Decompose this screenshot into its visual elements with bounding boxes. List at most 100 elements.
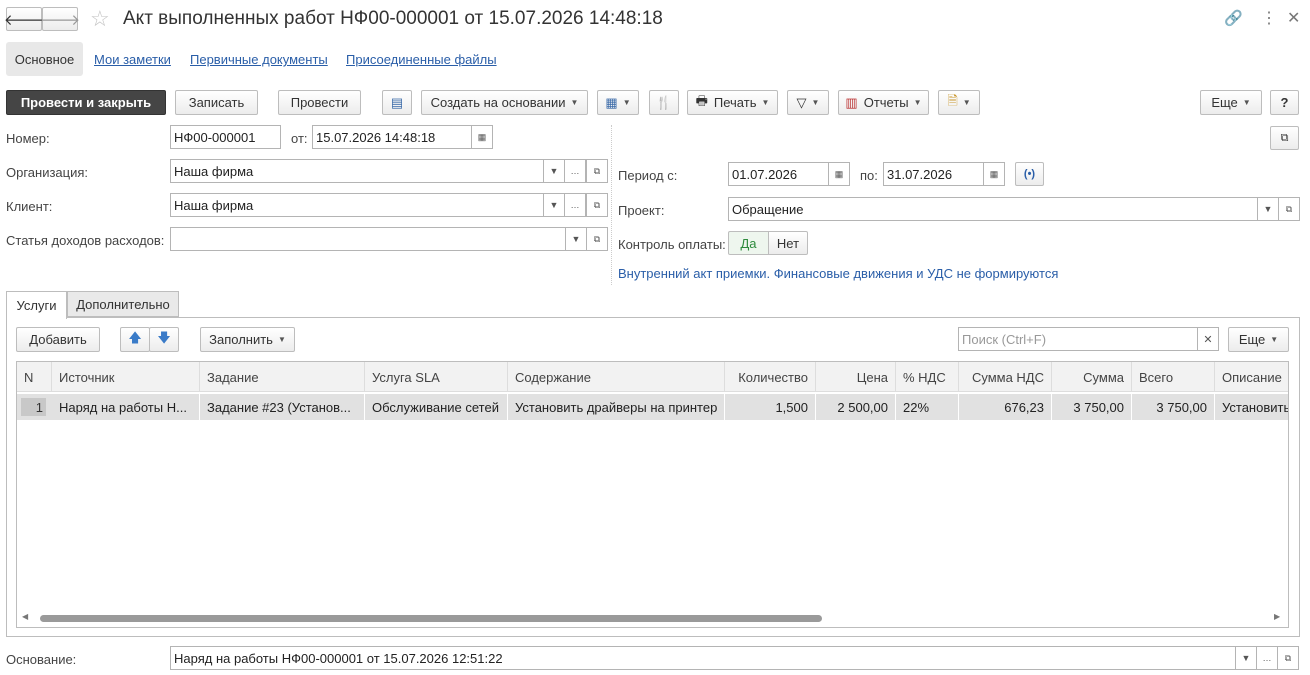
more-button[interactable]: Еще ▼ [1200,90,1262,115]
search-input[interactable]: Поиск (Ctrl+F) [958,327,1198,351]
client-field[interactable]: Наша фирма [170,193,544,217]
help-button[interactable]: ? [1270,90,1299,115]
client-dropdown-icon[interactable]: ▼ [543,193,565,217]
scroll-left-icon[interactable]: ◀ [22,612,28,621]
col-sum[interactable]: Сумма [1052,362,1132,392]
date-field[interactable]: 15.07.2026 14:48:18 [312,125,472,149]
number-field[interactable]: НФ00-000001 [170,125,281,149]
period-select-button[interactable]: (•) [1015,162,1044,186]
table-more-button[interactable]: Еще ▼ [1228,327,1289,352]
payment-no-toggle[interactable]: Нет [768,231,808,255]
project-field[interactable]: Обращение [728,197,1258,221]
cell-task[interactable]: Задание #23 (Установ... [200,394,365,420]
period-from-field[interactable]: 01.07.2026 [728,162,829,186]
move-down-icon[interactable]: 🡇 [149,327,179,352]
col-price[interactable]: Цена [816,362,896,392]
tab-services[interactable]: Услуги [6,291,67,319]
cell-sum[interactable]: 3 750,00 [1052,394,1132,420]
move-up-icon[interactable]: 🡅 [120,327,150,352]
settings-tools-icon[interactable]: 🍴 [649,90,679,115]
link-icon[interactable]: 🔗 [1224,9,1243,27]
printer-icon: 🖶 [695,92,708,108]
cell-quantity[interactable]: 1,500 [725,394,816,420]
window-title: Акт выполненных работ НФ00-000001 от 15.… [123,8,663,29]
col-total[interactable]: Всего [1132,362,1215,392]
col-vat-rate[interactable]: % НДС [896,362,959,392]
col-source[interactable]: Источник [52,362,200,392]
cell-vat-sum[interactable]: 676,23 [959,394,1052,420]
article-open-icon[interactable]: ⧉ [586,227,608,251]
save-button[interactable]: Записать [175,90,258,115]
expand-form-icon[interactable]: ⧉ [1270,126,1299,150]
period-from-calendar-icon[interactable]: ▦ [828,162,850,186]
report-icon: ▥ [845,94,858,110]
back-button[interactable]: 🡐 [4,7,44,31]
col-content[interactable]: Содержание [508,362,725,392]
filter-icon[interactable]: ▽ ▼ [787,90,829,115]
favorite-star-icon[interactable]: ☆ [90,6,110,32]
cell-content[interactable]: Установить драйверы на принтер [508,394,725,420]
tab-additional[interactable]: Дополнительно [67,291,179,317]
cell-sla[interactable]: Обслуживание сетей [365,394,508,420]
col-quantity[interactable]: Количество [725,362,816,392]
attachment-icon[interactable]: 🗎 ▼ [938,90,980,115]
scroll-right-icon[interactable]: ▶ [1274,612,1280,621]
cell-description[interactable]: Установить [1215,394,1288,420]
project-dropdown-icon[interactable]: ▼ [1257,197,1279,221]
table-row-number[interactable]: 1 [21,398,46,416]
organization-open-icon[interactable]: ⧉ [586,159,608,183]
info-message: Внутренний акт приемки. Финансовые движе… [618,266,1059,281]
tab-main[interactable]: Основное [6,42,83,76]
basis-dropdown-icon[interactable]: ▼ [1235,646,1257,670]
basis-field[interactable]: Наряд на работы НФ00-000001 от 15.07.202… [170,646,1236,670]
col-task[interactable]: Задание [200,362,365,392]
col-sla[interactable]: Услуга SLA [365,362,508,392]
client-select-icon[interactable]: … [564,193,586,217]
organization-field[interactable]: Наша фирма [170,159,544,183]
reports-button[interactable]: ▥ Отчеты ▼ [838,90,929,115]
organization-dropdown-icon[interactable]: ▼ [543,159,565,183]
forward-button[interactable]: 🡒 [40,7,80,31]
add-button[interactable]: Добавить [16,327,100,352]
print-label: Печать [713,95,757,110]
fill-label: Заполнить [209,332,273,347]
post-and-close-button[interactable]: Провести и закрыть [6,90,166,115]
tab-primary-docs[interactable]: Первичные документы [190,52,328,67]
search-clear-icon[interactable]: ✕ [1197,327,1219,351]
payment-yes-toggle[interactable]: Да [728,231,769,255]
organization-label: Организация: [6,165,89,180]
calendar-icon[interactable]: ▦ [471,125,493,149]
cell-vat-rate[interactable]: 22% [896,394,959,420]
cell-total[interactable]: 3 750,00 [1132,394,1215,420]
col-n[interactable]: N [17,362,52,392]
article-dropdown-icon[interactable]: ▼ [565,227,587,251]
table-more-label: Еще [1238,332,1266,347]
print-button[interactable]: 🖶 Печать ▼ [687,90,778,115]
horizontal-scrollbar[interactable] [40,615,822,622]
article-field[interactable] [170,227,566,251]
menu-dots-icon[interactable]: ⋮ [1261,8,1277,28]
more-label: Еще [1211,95,1238,110]
cell-source[interactable]: Наряд на работы Н... [52,394,200,420]
col-vat-sum[interactable]: Сумма НДС [959,362,1052,392]
create-based-label: Создать на основании [430,95,566,110]
tab-attached-files[interactable]: Присоединенные файлы [346,52,497,67]
period-to-calendar-icon[interactable]: ▦ [983,162,1005,186]
fill-button[interactable]: Заполнить ▼ [200,327,295,352]
period-label: Период с: [618,168,678,183]
tab-notes[interactable]: Мои заметки [94,52,171,67]
document-journal-icon[interactable]: ▤ [382,90,412,115]
close-icon[interactable]: ✕ [1287,8,1300,28]
reports-label: Отчеты [863,95,909,110]
structure-icon[interactable]: ▦ ▼ [597,90,639,115]
project-open-icon[interactable]: ⧉ [1278,197,1300,221]
col-description[interactable]: Описание [1215,362,1288,392]
basis-open-icon[interactable]: ⧉ [1277,646,1299,670]
basis-select-icon[interactable]: … [1256,646,1278,670]
organization-select-icon[interactable]: … [564,159,586,183]
period-to-field[interactable]: 31.07.2026 [883,162,984,186]
post-button[interactable]: Провести [278,90,361,115]
client-open-icon[interactable]: ⧉ [586,193,608,217]
create-based-button[interactable]: Создать на основании ▼ [421,90,588,115]
cell-price[interactable]: 2 500,00 [816,394,896,420]
